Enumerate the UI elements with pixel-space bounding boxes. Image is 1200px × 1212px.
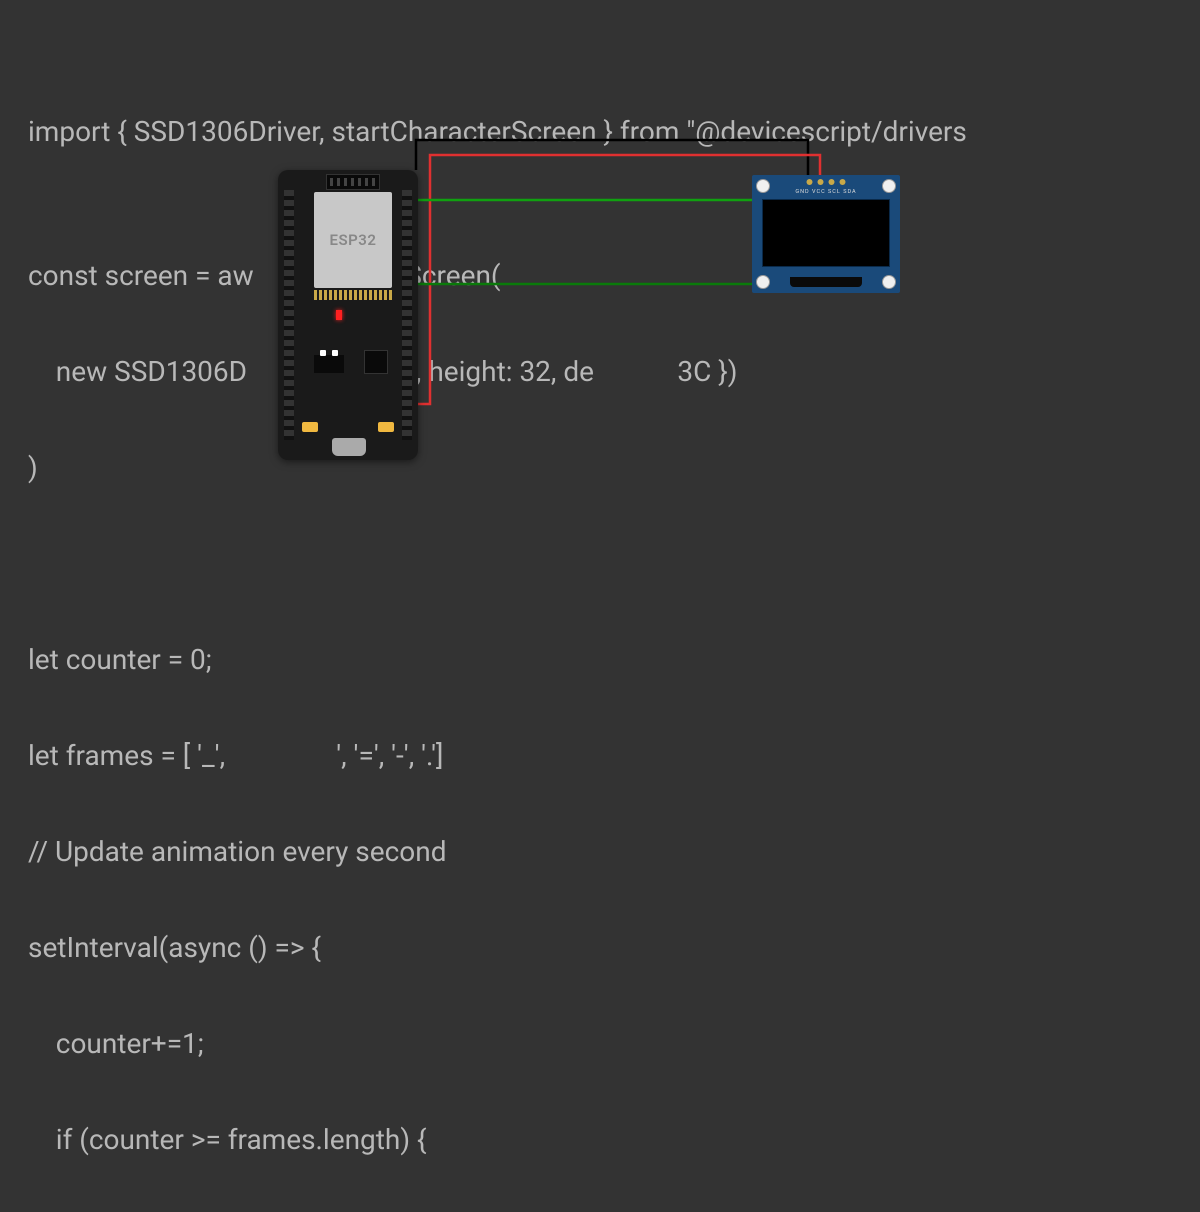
code-line: let counter = 0; <box>28 636 1200 684</box>
esp32-devkit-board[interactable]: ESP32 <box>278 170 418 460</box>
code-line: // Update animation every second <box>28 828 1200 876</box>
chip-pin-row <box>314 290 392 300</box>
code-line: ) <box>28 444 1200 492</box>
indicator-led-right <box>378 422 394 432</box>
code-background: import { SSD1306Driver, startCharacterSc… <box>28 60 1200 1212</box>
usb-serial-chip <box>364 350 388 374</box>
code-line: import { SSD1306Driver, startCharacterSc… <box>28 108 1200 156</box>
code-line: let frames = [ '_', ', '=', '-', '.'] <box>28 732 1200 780</box>
pin-gnd[interactable] <box>807 179 813 185</box>
esp32-chip: ESP32 <box>314 192 392 288</box>
mounting-hole-icon <box>882 179 896 193</box>
code-line: setInterval(async () => { <box>28 924 1200 972</box>
chip-label: ESP32 <box>330 231 377 249</box>
oled-pin-labels: GND VCC SCL SDA <box>795 189 856 195</box>
mounting-hole-icon <box>756 275 770 289</box>
mounting-hole-icon <box>882 275 896 289</box>
pin-header-left[interactable] <box>284 190 294 440</box>
code-line: const screen = aw haracterScreen( <box>28 252 1200 300</box>
code-line: if (counter >= frames.length) { <box>28 1116 1200 1164</box>
code-line: counter+=1; <box>28 1020 1200 1068</box>
oled-pin-header[interactable] <box>807 179 846 185</box>
oled-flex-cable <box>790 277 862 287</box>
code-line: new SSD1306D th: 128, height: 32, de 3C … <box>28 348 1200 396</box>
usb-c-port-icon <box>332 438 366 456</box>
ssd1306-oled-module[interactable]: GND VCC SCL SDA <box>752 175 900 293</box>
pin-sda[interactable] <box>840 179 846 185</box>
reset-button[interactable] <box>314 355 344 373</box>
oled-display-area <box>762 199 890 267</box>
mounting-hole-icon <box>756 179 770 193</box>
esp32-antenna <box>326 174 380 190</box>
pin-header-right[interactable] <box>402 190 412 440</box>
indicator-led-left <box>302 422 318 432</box>
pin-scl[interactable] <box>829 179 835 185</box>
pin-vcc[interactable] <box>818 179 824 185</box>
power-led-icon <box>336 310 342 320</box>
